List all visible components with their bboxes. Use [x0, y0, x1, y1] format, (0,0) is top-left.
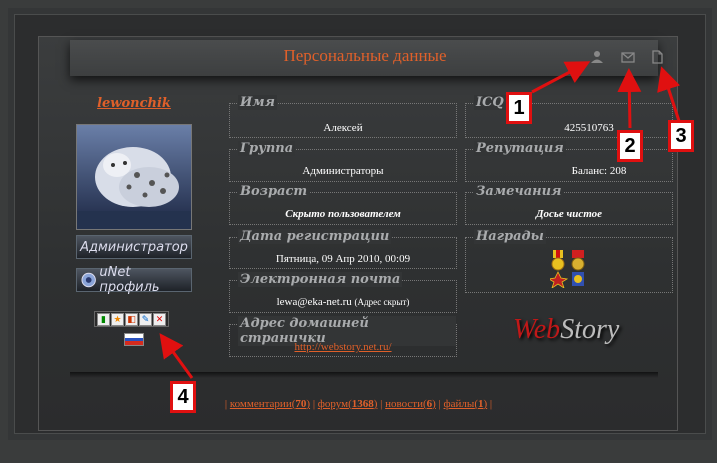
annotation-arrows: [159, 61, 682, 379]
callout-3: 3: [668, 120, 694, 152]
callout-4: 4: [170, 381, 196, 413]
callout-2: 2: [617, 130, 643, 162]
callout-1: 1: [506, 92, 532, 124]
